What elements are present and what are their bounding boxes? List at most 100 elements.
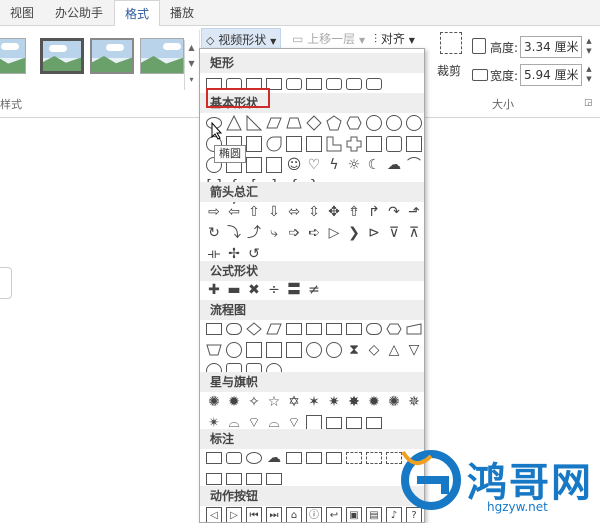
sort-shape-icon[interactable]: ◇ [366, 342, 382, 358]
accent-border-callout-shape-icon[interactable] [266, 473, 282, 485]
action-return-shape-icon[interactable]: ↩ [326, 507, 342, 522]
line-callout-border-shape-icon[interactable] [346, 452, 362, 464]
curved-down-arrow-shape-icon[interactable]: ⤷ [266, 225, 282, 241]
cross-shape-icon[interactable] [346, 136, 362, 152]
manual-operation-shape-icon[interactable] [206, 342, 222, 358]
octagon-shape-icon[interactable] [386, 115, 402, 131]
bent-arrow-shape-icon[interactable]: ↱ [366, 204, 382, 220]
action-home-shape-icon[interactable]: ⌂ [286, 507, 302, 522]
internal-storage-shape-icon[interactable] [306, 323, 322, 335]
sun-shape-icon[interactable]: ☼ [346, 157, 362, 173]
process-shape-icon[interactable] [206, 323, 222, 335]
round-rectangle-shape-icon[interactable] [366, 78, 382, 90]
plaque-shape-icon[interactable] [366, 136, 382, 152]
align-button[interactable]: ⫶ 对齐 ▼ [370, 28, 419, 50]
height-stepper[interactable]: ▲ ▼ [584, 36, 594, 58]
collate-shape-icon[interactable]: ⧗ [346, 342, 362, 358]
multiply-shape-icon[interactable]: ✖ [246, 282, 262, 298]
up-down-arrow-shape-icon[interactable]: ⇳ [306, 204, 322, 220]
horizontal-scroll-shape-icon[interactable] [326, 417, 342, 429]
frame-shape-icon[interactable] [286, 136, 302, 152]
snip-round-rectangle-shape-icon[interactable] [306, 78, 322, 90]
chevron-shape-icon[interactable]: ❯ [346, 225, 362, 241]
crop-icon[interactable] [440, 32, 462, 54]
offpage-connector-shape-icon[interactable] [246, 342, 262, 358]
left-arrow-shape-icon[interactable]: ⇦ [226, 204, 242, 220]
multidocument-shape-icon[interactable] [346, 323, 362, 335]
punched-tape-shape-icon[interactable] [286, 342, 302, 358]
merge-shape-icon[interactable]: ▽ [406, 342, 422, 358]
video-style-thumbnail[interactable] [40, 38, 84, 74]
triangle-shape-icon[interactable] [226, 114, 242, 131]
left-right-arrow-callout-shape-icon[interactable]: ⟛ [206, 246, 222, 262]
not-equal-shape-icon[interactable]: ≠ [306, 282, 322, 298]
lightning-bolt-shape-icon[interactable]: ϟ [326, 157, 342, 173]
circular-arrow-shape-icon[interactable]: ↻ [206, 225, 222, 241]
manual-input-shape-icon[interactable] [406, 321, 422, 337]
line-callout-3-shape-icon[interactable] [326, 452, 342, 464]
tab-format[interactable]: 格式 [114, 0, 160, 27]
bring-forward-button[interactable]: ▭ 上移一层 ▼ [288, 28, 369, 50]
star-16-shape-icon[interactable]: ✺ [386, 394, 402, 410]
action-end-shape-icon[interactable]: ⏭ [266, 507, 282, 522]
striped-right-arrow-shape-icon[interactable]: ➩ [286, 225, 302, 241]
extract-shape-icon[interactable]: △ [386, 342, 402, 358]
alternate-process-shape-icon[interactable] [226, 323, 242, 335]
wave-shape-icon[interactable] [346, 417, 362, 429]
scroll-up-icon[interactable]: ▲ [185, 40, 198, 56]
arc-shape-icon[interactable]: ⌒ [406, 157, 422, 173]
l-shape-icon[interactable] [326, 136, 342, 152]
round-rectangle-shape-icon[interactable] [286, 78, 302, 90]
video-style-thumbnail[interactable] [140, 38, 184, 74]
cloud-shape-icon[interactable]: ☁ [386, 157, 402, 173]
heart-shape-icon[interactable]: ♡ [306, 157, 322, 173]
gallery-scroll[interactable]: ▲ ▼ ▾ [184, 40, 198, 90]
line-callout-shape-icon[interactable] [286, 452, 302, 464]
data-shape-icon[interactable] [266, 321, 282, 337]
action-movie-shape-icon[interactable]: ▣ [346, 507, 362, 522]
card-shape-icon[interactable] [266, 342, 282, 358]
accent-callout-3-shape-icon[interactable] [246, 473, 262, 485]
decagon-shape-icon[interactable] [406, 115, 422, 131]
preparation-shape-icon[interactable] [386, 321, 402, 337]
tab-office-assistant[interactable]: 办公助手 [44, 0, 114, 26]
left-right-up-arrow-shape-icon[interactable]: ⇮ [346, 204, 362, 220]
document-shape-icon[interactable] [326, 323, 342, 335]
pentagon-arrow-shape-icon[interactable]: ▷ [326, 225, 342, 241]
folded-corner-shape-icon[interactable] [266, 157, 282, 173]
round-rectangle-shape-icon[interactable] [346, 78, 362, 90]
gallery-more-icon[interactable]: ▾ [185, 72, 198, 88]
tab-view[interactable]: 视图 [0, 0, 44, 26]
down-arrow-callout-shape-icon[interactable]: ⊽ [386, 225, 402, 241]
decision-shape-icon[interactable] [246, 321, 262, 337]
action-information-shape-icon[interactable]: ⓘ [306, 507, 322, 522]
video-shape-button[interactable]: ◇ 视频形状 ▼ [201, 28, 282, 50]
diamond-shape-icon[interactable] [306, 115, 322, 131]
action-forward-shape-icon[interactable]: ▷ [226, 507, 242, 522]
crop-button[interactable]: 裁剪 [437, 62, 461, 79]
plus-shape-icon[interactable]: ✚ [206, 282, 222, 298]
minus-shape-icon[interactable]: ▬ [226, 282, 242, 298]
rounded-rectangular-callout-shape-icon[interactable] [226, 452, 242, 464]
moon-shape-icon[interactable]: ☾ [366, 157, 382, 173]
chord-shape-icon[interactable] [246, 136, 262, 152]
teardrop-shape-icon[interactable] [266, 136, 282, 152]
video-style-thumbnail[interactable] [90, 38, 134, 74]
pentagon-shape-icon[interactable] [326, 115, 342, 131]
parallelogram-shape-icon[interactable] [266, 115, 282, 131]
connector-shape-icon[interactable] [226, 342, 242, 358]
curved-up-arrow-shape-icon[interactable]: ⤴ [246, 225, 262, 241]
star-12-shape-icon[interactable]: ✹ [366, 394, 382, 410]
equal-shape-icon[interactable]: 〓 [286, 282, 302, 298]
left-right-arrow-shape-icon[interactable]: ⬄ [286, 204, 302, 220]
no-symbol-shape-icon[interactable] [246, 157, 262, 173]
star-10-shape-icon[interactable]: ✸ [346, 394, 362, 410]
width-stepper[interactable]: ▲ ▼ [584, 64, 594, 86]
right-triangle-shape-icon[interactable] [246, 114, 263, 131]
right-arrow-callout-shape-icon[interactable]: ⊳ [366, 225, 382, 241]
down-arrow-shape-icon[interactable]: ⇩ [266, 204, 282, 220]
hexagon-shape-icon[interactable] [346, 115, 362, 131]
round-rectangle-shape-icon[interactable] [326, 78, 342, 90]
tab-playback[interactable]: 播放 [160, 0, 204, 26]
up-arrow-callout-shape-icon[interactable]: ⊼ [406, 225, 422, 241]
